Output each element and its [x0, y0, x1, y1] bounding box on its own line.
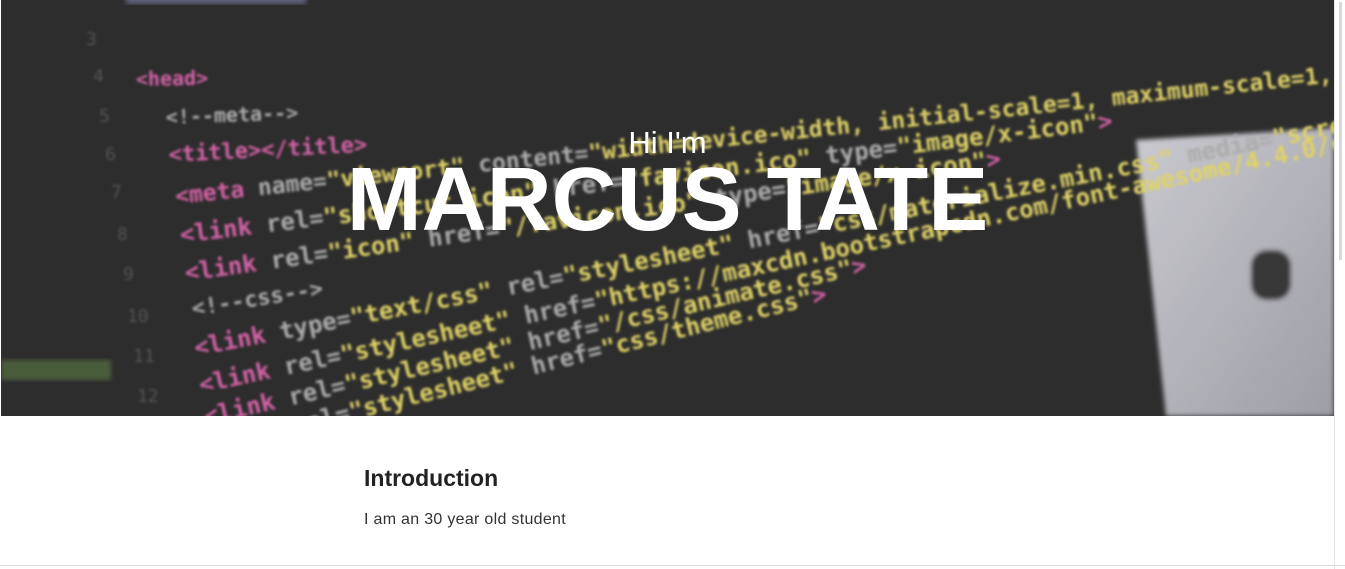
introduction-text: I am an 30 year old student — [364, 511, 566, 528]
introduction-section: Introduction I am an 30 year old student — [364, 463, 1064, 531]
vertical-scrollbar[interactable] — [1334, 0, 1345, 569]
scrollbar-thumb[interactable] — [1339, 2, 1342, 260]
bottom-divider — [0, 565, 1345, 566]
hero-name: MARCUS TATE — [346, 150, 989, 250]
introduction-heading: Introduction — [364, 465, 499, 491]
hero-banner: 3 4 5 6 7 8 9 10 11 12 <head> <!--meta--> <title></… — [1, 0, 1334, 416]
page: 3 4 5 6 7 8 9 10 11 12 <head> <!--meta--> <title></… — [0, 0, 1334, 569]
